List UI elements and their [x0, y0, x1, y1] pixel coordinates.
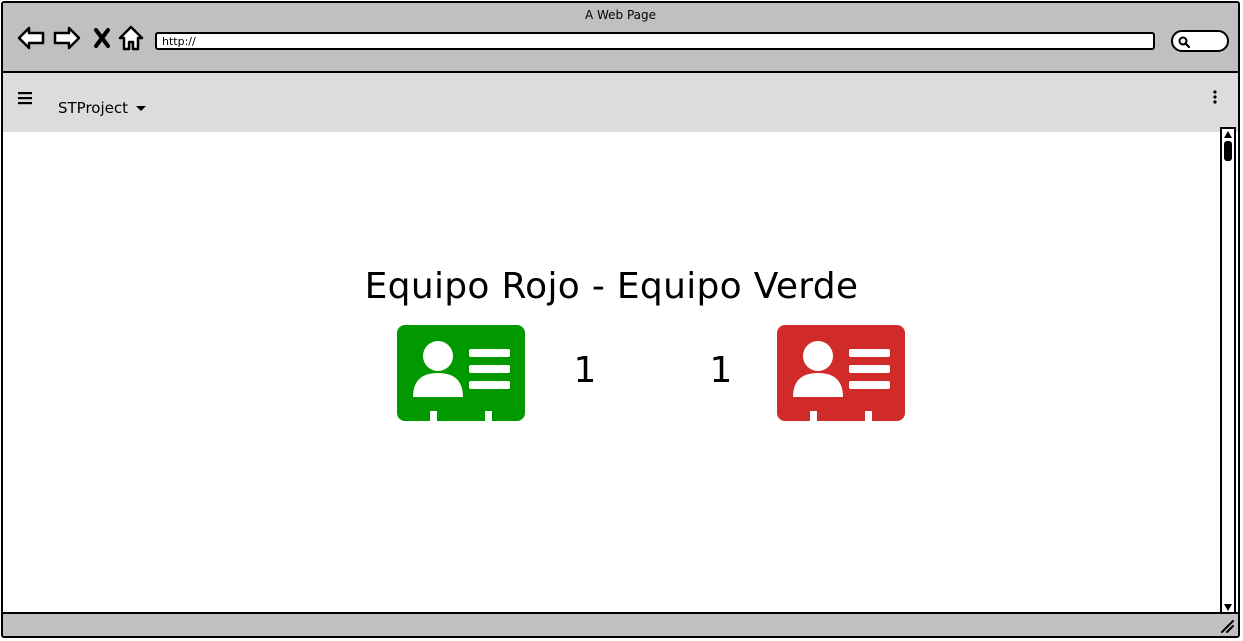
more-vertical-icon[interactable] — [1210, 89, 1220, 105]
home-button[interactable] — [116, 23, 146, 53]
search-button[interactable] — [1171, 30, 1229, 52]
scroll-down-icon[interactable] — [1223, 603, 1233, 612]
team-red-score: 1 — [709, 350, 733, 391]
team-red-card — [777, 325, 905, 421]
app-bar: STProject — [3, 73, 1238, 132]
project-name: STProject — [58, 99, 129, 117]
scroll-thumb[interactable] — [1224, 141, 1232, 161]
vertical-scrollbar[interactable] — [1220, 127, 1236, 615]
status-bar — [3, 612, 1238, 636]
project-dropdown[interactable]: STProject — [58, 99, 147, 117]
main-content: Equipo Rojo - Equipo Verde 1 1 — [3, 132, 1220, 613]
team-green-card — [397, 325, 525, 421]
browser-titlebar: A Web Page — [3, 3, 1238, 73]
back-button[interactable] — [16, 23, 46, 53]
scroll-up-icon[interactable] — [1223, 130, 1233, 139]
resize-grip-icon[interactable] — [1220, 619, 1234, 633]
id-card-icon — [777, 325, 905, 421]
forward-button[interactable] — [52, 23, 82, 53]
hamburger-menu-icon[interactable] — [17, 90, 33, 106]
team-green-score: 1 — [573, 350, 597, 391]
window-title: A Web Page — [584, 8, 657, 22]
caret-down-icon — [136, 106, 147, 111]
url-input[interactable] — [155, 32, 1155, 50]
stop-button[interactable] — [89, 23, 119, 53]
search-icon — [1178, 36, 1191, 49]
id-card-icon — [397, 325, 525, 421]
browser-window: A Web Page STProject — [1, 1, 1240, 638]
match-title: Equipo Rojo - Equipo Verde — [364, 266, 859, 307]
